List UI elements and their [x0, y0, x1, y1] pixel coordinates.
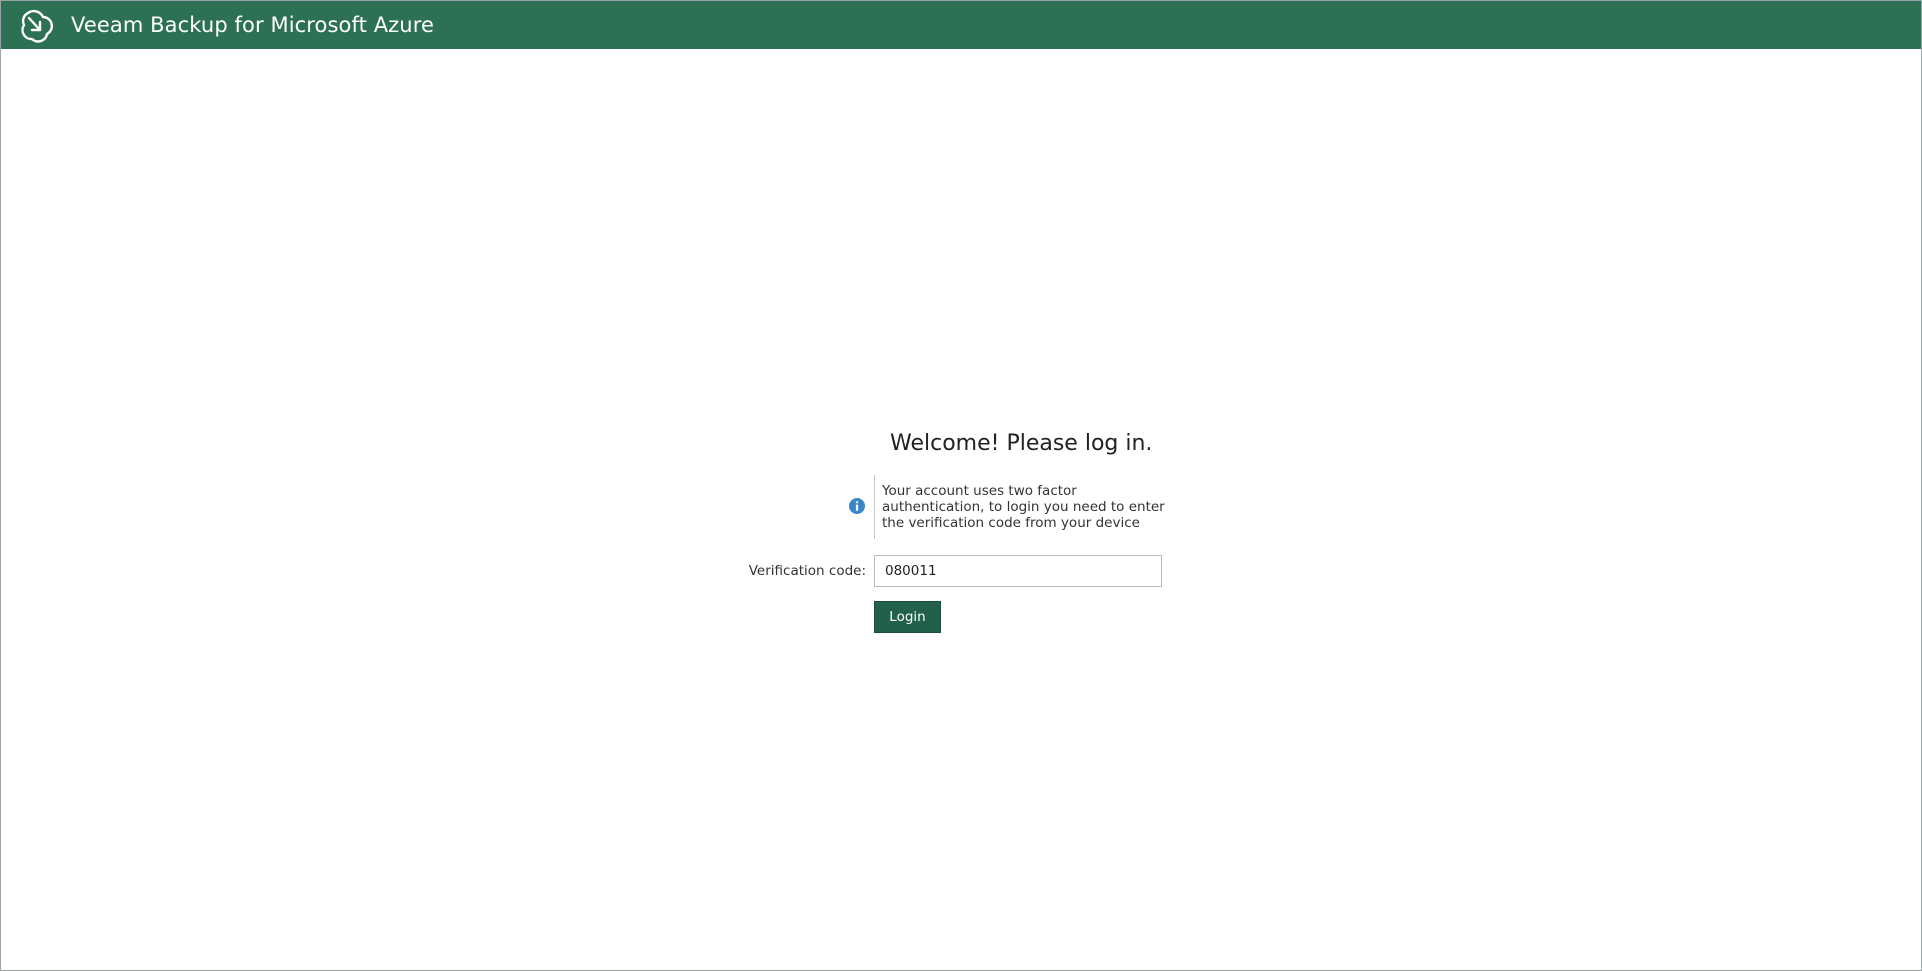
veeam-cloud-logo-icon [16, 5, 56, 45]
info-divider [874, 475, 875, 539]
login-panel: Welcome! Please log in. Your account use… [741, 421, 1181, 641]
app-title: Veeam Backup for Microsoft Azure [71, 13, 435, 37]
verification-code-input[interactable] [874, 555, 1162, 587]
welcome-heading: Welcome! Please log in. [890, 431, 1153, 456]
verification-code-row: Verification code: [741, 555, 1181, 587]
login-button[interactable]: Login [874, 601, 941, 633]
two-factor-info: Your account uses two factor authenticat… [741, 475, 1181, 539]
two-factor-info-text: Your account uses two factor authenticat… [882, 483, 1165, 531]
verification-code-label: Verification code: [748, 563, 866, 579]
info-icon [849, 498, 865, 514]
app-window: Veeam Backup for Microsoft Azure Welcome… [0, 0, 1922, 971]
app-header: Veeam Backup for Microsoft Azure [1, 1, 1921, 49]
